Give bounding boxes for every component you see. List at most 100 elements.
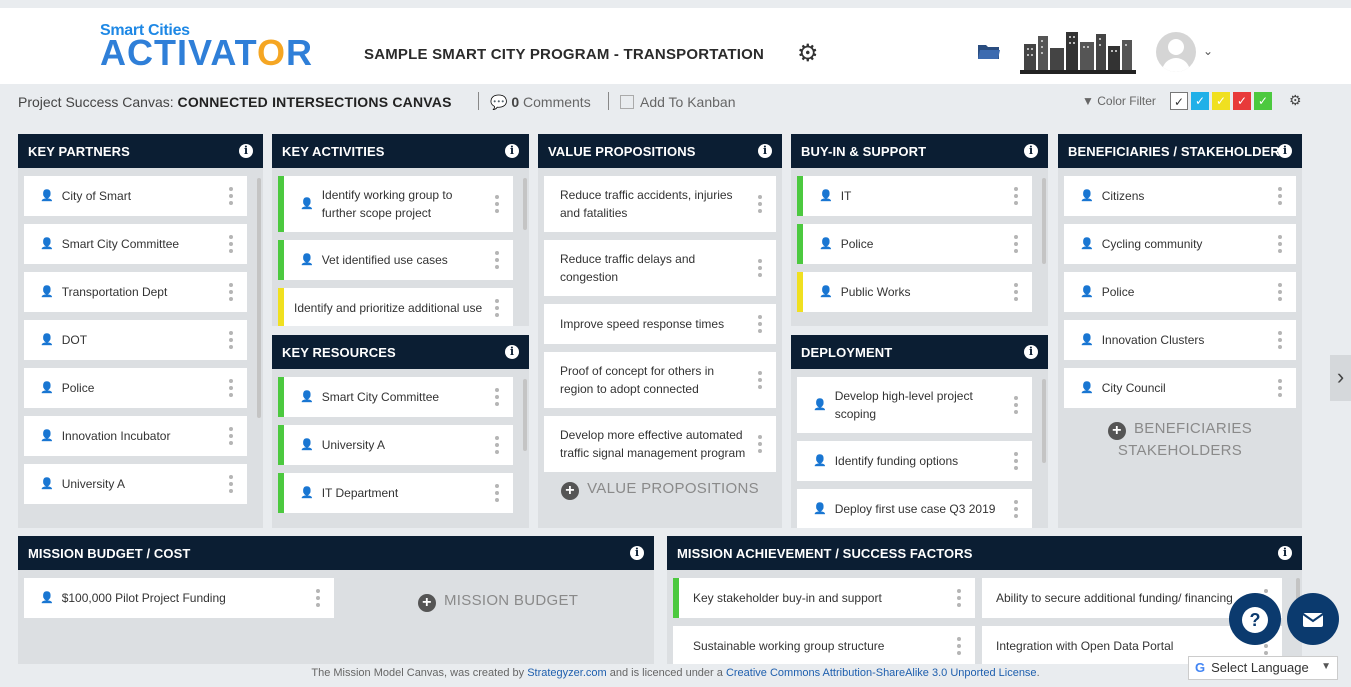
scrollbar[interactable]	[257, 178, 261, 418]
info-icon[interactable]: i	[758, 144, 772, 158]
list-item[interactable]: 👤 Smart City Committee	[278, 377, 513, 417]
list-item[interactable]: 👤 IT	[797, 176, 1032, 216]
info-icon[interactable]: i	[505, 144, 519, 158]
list-item[interactable]: 👤 Public Works	[797, 272, 1032, 312]
list-item[interactable]: Sustainable working group structure	[673, 626, 975, 664]
more-options-icon[interactable]	[758, 315, 762, 333]
more-options-icon[interactable]	[229, 187, 233, 205]
add-to-kanban-button[interactable]: Add To Kanban	[620, 94, 736, 110]
list-item[interactable]: 👤 IT Department	[278, 473, 513, 513]
list-item[interactable]: 👤 DOT	[24, 320, 247, 360]
list-item[interactable]: Improve speed response times	[544, 304, 776, 344]
user-avatar[interactable]	[1156, 32, 1196, 72]
info-icon[interactable]: i	[239, 144, 253, 158]
more-options-icon[interactable]	[1014, 235, 1018, 253]
info-icon[interactable]: i	[1278, 144, 1292, 158]
more-options-icon[interactable]	[1014, 396, 1018, 414]
more-options-icon[interactable]	[1014, 500, 1018, 518]
scrollbar[interactable]	[1042, 178, 1046, 264]
more-options-icon[interactable]	[495, 436, 499, 454]
comments-link[interactable]: 💬 0 Comments	[490, 94, 591, 111]
license-link[interactable]: Creative Commons Attribution-ShareAlike …	[726, 667, 1037, 679]
info-icon[interactable]: i	[1024, 345, 1038, 359]
more-options-icon[interactable]	[758, 195, 762, 213]
filter-settings-gear-icon[interactable]: ⚙	[1289, 92, 1302, 109]
scrollbar[interactable]	[1042, 379, 1046, 463]
list-item[interactable]: Key stakeholder buy-in and support	[673, 578, 975, 618]
help-button[interactable]: ?	[1229, 593, 1281, 645]
swatch-red[interactable]: ✓	[1233, 92, 1251, 110]
more-options-icon[interactable]	[229, 475, 233, 493]
list-item[interactable]: 👤 Transportation Dept	[24, 272, 247, 312]
list-item[interactable]: 👤 Develop high-level project scoping	[797, 377, 1032, 433]
more-options-icon[interactable]	[495, 251, 499, 269]
more-options-icon[interactable]	[1278, 331, 1282, 349]
more-options-icon[interactable]	[229, 427, 233, 445]
program-settings-gear-icon[interactable]: ⚙	[797, 39, 819, 68]
list-item[interactable]: 👤 Innovation Incubator	[24, 416, 247, 456]
color-filter-label[interactable]: ▼ Color Filter	[1082, 94, 1156, 108]
more-options-icon[interactable]	[229, 235, 233, 253]
scrollbar[interactable]	[523, 178, 527, 230]
more-options-icon[interactable]	[1278, 187, 1282, 205]
list-item[interactable]: 👤 Identify funding options	[797, 441, 1032, 481]
strategyzer-link[interactable]: Strategyzer.com	[527, 667, 606, 679]
chevron-right-icon[interactable]: ›	[1330, 355, 1351, 401]
list-item[interactable]: 👤 University A	[278, 425, 513, 465]
list-item[interactable]: 👤 University A	[24, 464, 247, 504]
more-options-icon[interactable]	[495, 299, 499, 317]
smart-cities-activator-logo[interactable]: Smart Cities ACTIVATOR	[100, 22, 313, 71]
more-options-icon[interactable]	[957, 589, 961, 607]
list-item[interactable]: 👤 Smart City Committee	[24, 224, 247, 264]
info-icon[interactable]: i	[1024, 144, 1038, 158]
more-options-icon[interactable]	[758, 259, 762, 277]
swatch-blue[interactable]: ✓	[1191, 92, 1209, 110]
folder-icon[interactable]	[977, 42, 1001, 60]
list-item[interactable]: 👤 Police	[24, 368, 247, 408]
list-item[interactable]: 👤 Identify working group to further scope…	[278, 176, 513, 232]
list-item[interactable]: 👤 City of Smart	[24, 176, 247, 216]
more-options-icon[interactable]	[1014, 283, 1018, 301]
info-icon[interactable]: i	[1278, 546, 1292, 560]
more-options-icon[interactable]	[229, 331, 233, 349]
more-options-icon[interactable]	[1278, 283, 1282, 301]
more-options-icon[interactable]	[1278, 379, 1282, 397]
more-options-icon[interactable]	[1014, 187, 1018, 205]
city-skyline-icon[interactable]	[1020, 30, 1136, 74]
list-item[interactable]: 👤 Police	[797, 224, 1032, 264]
more-options-icon[interactable]	[957, 637, 961, 655]
list-item[interactable]: 👤 Vet identified use cases	[278, 240, 513, 280]
list-item[interactable]: 👤 Citizens	[1064, 176, 1296, 216]
list-item[interactable]: 👤 Cycling community	[1064, 224, 1296, 264]
more-options-icon[interactable]	[495, 484, 499, 502]
more-options-icon[interactable]	[495, 388, 499, 406]
add-value-proposition-button[interactable]: + VALUE PROPOSITIONS	[538, 480, 782, 500]
more-options-icon[interactable]	[229, 379, 233, 397]
list-item[interactable]: Identify and prioritize additional use	[278, 288, 513, 326]
more-options-icon[interactable]	[1278, 235, 1282, 253]
more-options-icon[interactable]	[1014, 452, 1018, 470]
message-button[interactable]	[1287, 593, 1339, 645]
chevron-down-icon[interactable]: ⌄	[1203, 44, 1213, 58]
more-options-icon[interactable]	[316, 589, 320, 607]
list-item[interactable]: Reduce traffic accidents, injuries and f…	[544, 176, 776, 232]
list-item[interactable]: Develop more effective automated traffic…	[544, 416, 776, 472]
scrollbar[interactable]	[523, 379, 527, 451]
list-item[interactable]: Reduce traffic delays and congestion	[544, 240, 776, 296]
more-options-icon[interactable]	[758, 435, 762, 453]
swatch-green[interactable]: ✓	[1254, 92, 1272, 110]
list-item[interactable]: 👤 $100,000 Pilot Project Funding	[24, 578, 334, 618]
info-icon[interactable]: i	[505, 345, 519, 359]
list-item[interactable]: 👤 Police	[1064, 272, 1296, 312]
list-item[interactable]: Proof of concept for others in region to…	[544, 352, 776, 408]
list-item[interactable]: 👤 Innovation Clusters	[1064, 320, 1296, 360]
more-options-icon[interactable]	[758, 371, 762, 389]
more-options-icon[interactable]	[495, 195, 499, 213]
list-item[interactable]: 👤 City Council	[1064, 368, 1296, 408]
add-mission-budget-button[interactable]: + MISSION BUDGET	[418, 592, 578, 612]
list-item[interactable]: 👤 Deploy first use case Q3 2019	[797, 489, 1032, 528]
language-select[interactable]: G Select Language ▼	[1188, 656, 1338, 680]
swatch-white[interactable]: ✓	[1170, 92, 1188, 110]
info-icon[interactable]: i	[630, 546, 644, 560]
add-beneficiary-button[interactable]: + BENEFICIARIES STAKEHOLDERS	[1058, 418, 1302, 462]
